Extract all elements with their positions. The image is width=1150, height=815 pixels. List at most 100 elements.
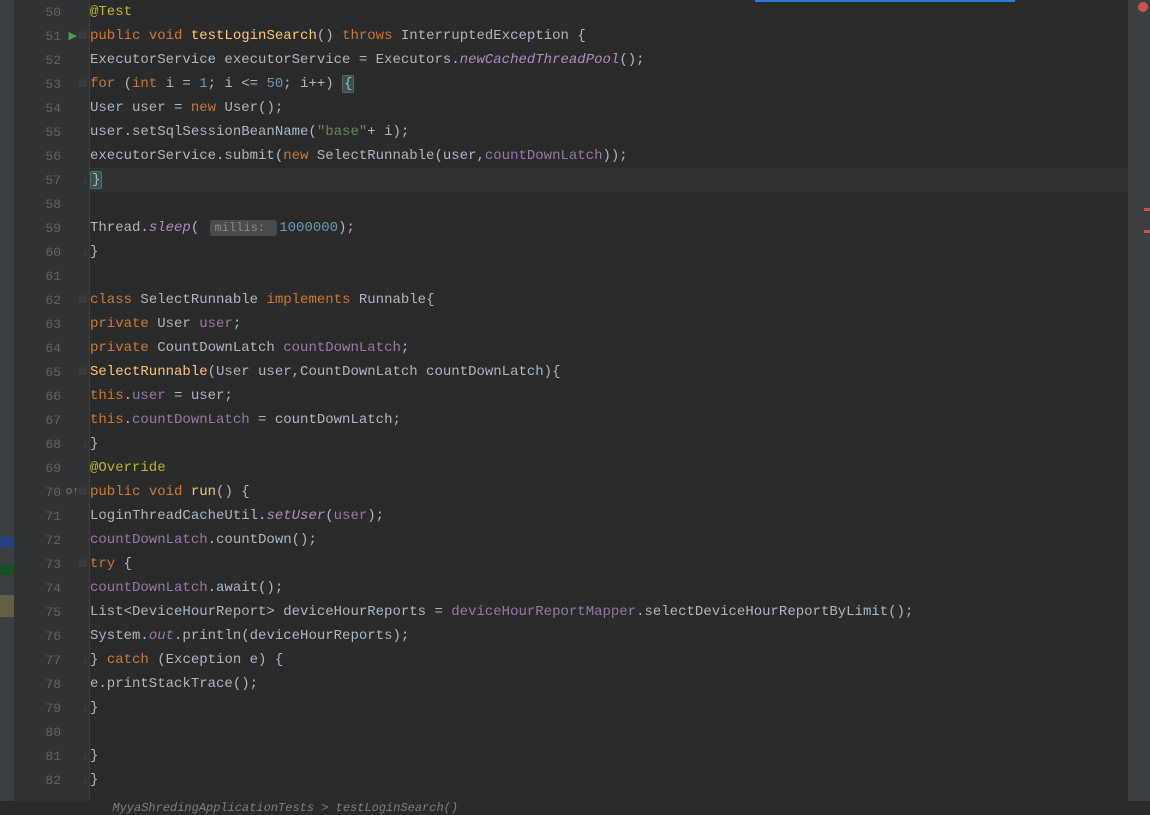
breadcrumbs[interactable]: MyyaShredingApplicationTests > testLogin… xyxy=(90,787,1128,801)
analysis-status-icon[interactable] xyxy=(1138,2,1148,12)
gutter-line[interactable]: 61 xyxy=(14,264,89,288)
gutter-line[interactable]: 67 xyxy=(14,408,89,432)
gutter-line[interactable]: 80 xyxy=(14,720,89,744)
gutter-line[interactable]: 76 xyxy=(14,624,89,648)
fold-collapse-icon[interactable]: ⊟ xyxy=(79,558,87,570)
gutter-line[interactable]: 54 xyxy=(14,96,89,120)
code-line[interactable]: } xyxy=(90,240,1128,264)
right-error-stripe[interactable] xyxy=(1128,0,1150,801)
gutter-line[interactable]: 77⌟ xyxy=(14,648,89,672)
code-token: CountDownLatch xyxy=(157,340,283,356)
code-line[interactable]: try { xyxy=(90,552,1128,576)
code-line[interactable] xyxy=(90,264,1128,288)
fold-end-icon[interactable]: ⌟ xyxy=(82,750,87,762)
code-line[interactable]: user.setSqlSessionBeanName("base"+ i); xyxy=(90,120,1128,144)
editor-gutter[interactable]: 5051▶⊟5253⊟54555657⌟585960⌟6162⊟636465⊟6… xyxy=(14,0,90,801)
fold-end-icon[interactable]: ⌟ xyxy=(82,654,87,666)
gutter-line[interactable]: 52 xyxy=(14,48,89,72)
code-token: user xyxy=(199,316,233,332)
code-line[interactable]: } xyxy=(90,744,1128,768)
gutter-line[interactable]: 75 xyxy=(14,600,89,624)
code-token: } xyxy=(90,244,98,260)
fold-collapse-icon[interactable]: ⊟ xyxy=(79,486,87,498)
fold-collapse-icon[interactable]: ⊟ xyxy=(79,78,87,90)
gutter-line[interactable]: 82⌟ xyxy=(14,768,89,792)
vcs-marker[interactable] xyxy=(0,565,14,575)
gutter-line[interactable]: 74 xyxy=(14,576,89,600)
gutter-line[interactable]: 50 xyxy=(14,0,89,24)
run-test-icon[interactable]: ▶ xyxy=(69,29,77,43)
code-line[interactable]: private User user; xyxy=(90,312,1128,336)
code-line[interactable]: } xyxy=(90,168,1128,192)
fold-end-icon[interactable]: ⌟ xyxy=(82,246,87,258)
gutter-line[interactable]: 68⌟ xyxy=(14,432,89,456)
code-line[interactable]: List<DeviceHourReport> deviceHourReports… xyxy=(90,600,1128,624)
gutter-line[interactable]: 59 xyxy=(14,216,89,240)
code-line[interactable]: countDownLatch.countDown(); xyxy=(90,528,1128,552)
code-line[interactable]: executorService.submit(new SelectRunnabl… xyxy=(90,144,1128,168)
gutter-line[interactable]: 81⌟ xyxy=(14,744,89,768)
code-line[interactable]: class SelectRunnable implements Runnable… xyxy=(90,288,1128,312)
gutter-line[interactable]: 72 xyxy=(14,528,89,552)
code-token: LoginThreadCacheUtil. xyxy=(90,508,266,524)
code-line[interactable]: public void testLoginSearch() throws Int… xyxy=(90,24,1128,48)
fold-collapse-icon[interactable]: ⊟ xyxy=(79,294,87,306)
code-line[interactable] xyxy=(90,720,1128,744)
code-line[interactable]: ExecutorService executorService = Execut… xyxy=(90,48,1128,72)
code-editor[interactable]: @Test public void testLoginSearch() thro… xyxy=(90,0,1128,801)
gutter-line[interactable]: 78 xyxy=(14,672,89,696)
code-token: User(); xyxy=(224,100,283,116)
gutter-line[interactable]: 57⌟ xyxy=(14,168,89,192)
change-marker[interactable] xyxy=(0,595,14,617)
override-method-icon[interactable]: o↑ xyxy=(66,486,79,498)
code-line[interactable]: User user = new User(); xyxy=(90,96,1128,120)
code-token: countDownLatch xyxy=(90,580,208,596)
error-stripe-marker[interactable] xyxy=(1144,208,1150,211)
bookmark-marker[interactable] xyxy=(0,537,14,547)
fold-collapse-icon[interactable]: ⊟ xyxy=(79,366,87,378)
code-line[interactable]: System.out.println(deviceHourReports); xyxy=(90,624,1128,648)
code-line[interactable]: SelectRunnable(User user,CountDownLatch … xyxy=(90,360,1128,384)
code-token: )); xyxy=(603,148,628,164)
code-line[interactable]: } catch (Exception e) { xyxy=(90,648,1128,672)
fold-end-icon[interactable]: ⌟ xyxy=(82,774,87,786)
gutter-line[interactable]: 63 xyxy=(14,312,89,336)
gutter-line[interactable]: 51▶⊟ xyxy=(14,24,89,48)
gutter-line[interactable]: 71 xyxy=(14,504,89,528)
gutter-line[interactable]: 55 xyxy=(14,120,89,144)
gutter-line[interactable]: 58 xyxy=(14,192,89,216)
code-line[interactable]: this.countDownLatch = countDownLatch; xyxy=(90,408,1128,432)
fold-end-icon[interactable]: ⌟ xyxy=(82,702,87,714)
gutter-line[interactable]: 60⌟ xyxy=(14,240,89,264)
gutter-line[interactable]: 69 xyxy=(14,456,89,480)
fold-end-icon[interactable]: ⌟ xyxy=(82,174,87,186)
gutter-line[interactable]: 65⊟ xyxy=(14,360,89,384)
gutter-line[interactable]: 56 xyxy=(14,144,89,168)
error-stripe-marker[interactable] xyxy=(1144,230,1150,233)
scrollbar[interactable] xyxy=(1128,0,1136,801)
code-line[interactable]: countDownLatch.await(); xyxy=(90,576,1128,600)
code-line[interactable]: e.printStackTrace(); xyxy=(90,672,1128,696)
gutter-line[interactable]: 64 xyxy=(14,336,89,360)
gutter-line[interactable]: 79⌟ xyxy=(14,696,89,720)
code-line[interactable]: Thread.sleep( millis: 1000000); xyxy=(90,216,1128,240)
code-line[interactable]: @Override xyxy=(90,456,1128,480)
gutter-line[interactable]: 62⊟ xyxy=(14,288,89,312)
code-line[interactable]: } xyxy=(90,432,1128,456)
code-line[interactable] xyxy=(90,192,1128,216)
gutter-line[interactable]: 73⊟ xyxy=(14,552,89,576)
code-token: public xyxy=(90,484,149,500)
code-line[interactable]: } xyxy=(90,696,1128,720)
code-line[interactable]: public void run() { xyxy=(90,480,1128,504)
code-token: private xyxy=(90,316,157,332)
code-line[interactable]: @Test xyxy=(90,0,1128,24)
code-line[interactable]: this.user = user; xyxy=(90,384,1128,408)
gutter-line[interactable]: 70o↑⊟ xyxy=(14,480,89,504)
fold-end-icon[interactable]: ⌟ xyxy=(82,438,87,450)
fold-collapse-icon[interactable]: ⊟ xyxy=(79,30,87,42)
code-line[interactable]: private CountDownLatch countDownLatch; xyxy=(90,336,1128,360)
gutter-line[interactable]: 66 xyxy=(14,384,89,408)
code-line[interactable]: for (int i = 1; i <= 50; i++) { xyxy=(90,72,1128,96)
gutter-line[interactable]: 53⊟ xyxy=(14,72,89,96)
code-line[interactable]: LoginThreadCacheUtil.setUser(user); xyxy=(90,504,1128,528)
